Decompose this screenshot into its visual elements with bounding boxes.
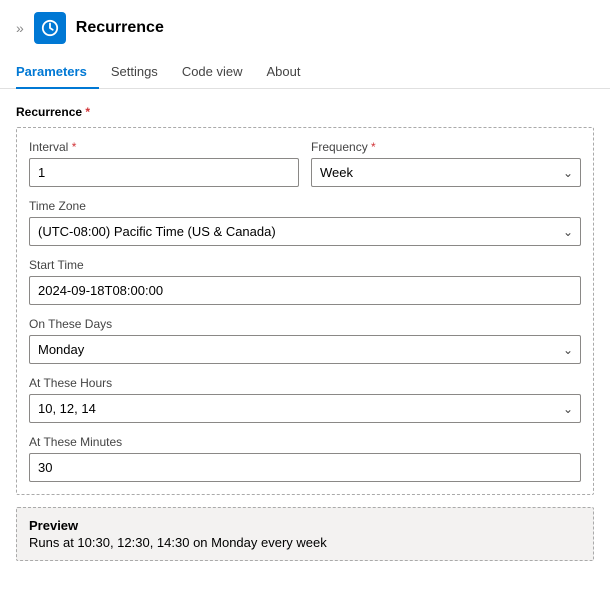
frequency-col: Frequency * Week Second Minute Hour Day … xyxy=(311,140,581,187)
on-these-days-label: On These Days xyxy=(29,317,581,331)
on-these-days-group: On These Days Monday Tuesday Wednesday T… xyxy=(29,317,581,364)
timezone-label: Time Zone xyxy=(29,199,581,213)
at-these-hours-group: At These Hours 10, 12, 14 ⌄ xyxy=(29,376,581,423)
main-content: Recurrence Interval * Frequency * Week S… xyxy=(0,89,610,577)
frequency-select[interactable]: Week Second Minute Hour Day Month xyxy=(311,158,581,187)
interval-label: Interval * xyxy=(29,140,299,154)
start-time-input[interactable] xyxy=(29,276,581,305)
at-these-hours-select-wrapper: 10, 12, 14 ⌄ xyxy=(29,394,581,423)
at-these-minutes-label: At These Minutes xyxy=(29,435,581,449)
expand-icon[interactable]: » xyxy=(16,20,24,36)
interval-input[interactable] xyxy=(29,158,299,187)
on-these-days-select-wrapper: Monday Tuesday Wednesday Thursday Friday… xyxy=(29,335,581,364)
tab-parameters[interactable]: Parameters xyxy=(16,56,99,89)
on-these-days-select[interactable]: Monday Tuesday Wednesday Thursday Friday… xyxy=(29,335,581,364)
app-icon xyxy=(34,12,66,44)
timezone-select[interactable]: (UTC-08:00) Pacific Time (US & Canada) xyxy=(29,217,581,246)
preview-box: Preview Runs at 10:30, 12:30, 14:30 on M… xyxy=(16,507,594,561)
interval-frequency-row: Interval * Frequency * Week Second Minut… xyxy=(29,140,581,187)
frequency-select-wrapper: Week Second Minute Hour Day Month ⌄ xyxy=(311,158,581,187)
recurrence-section-label: Recurrence xyxy=(16,105,594,119)
tab-settings[interactable]: Settings xyxy=(99,56,170,89)
at-these-minutes-group: At These Minutes xyxy=(29,435,581,482)
timezone-group: Time Zone (UTC-08:00) Pacific Time (US &… xyxy=(29,199,581,246)
at-these-hours-label: At These Hours xyxy=(29,376,581,390)
preview-title: Preview xyxy=(29,518,581,533)
app-title: Recurrence xyxy=(76,19,164,37)
timezone-select-wrapper: (UTC-08:00) Pacific Time (US & Canada) ⌄ xyxy=(29,217,581,246)
tab-bar: Parameters Settings Code view About xyxy=(0,56,610,89)
tab-about[interactable]: About xyxy=(255,56,313,89)
tab-codeview[interactable]: Code view xyxy=(170,56,255,89)
start-time-label: Start Time xyxy=(29,258,581,272)
frequency-label: Frequency * xyxy=(311,140,581,154)
preview-text: Runs at 10:30, 12:30, 14:30 on Monday ev… xyxy=(29,535,581,550)
interval-col: Interval * xyxy=(29,140,299,187)
at-these-minutes-input[interactable] xyxy=(29,453,581,482)
start-time-group: Start Time xyxy=(29,258,581,305)
app-header: » Recurrence xyxy=(0,0,610,56)
recurrence-container: Interval * Frequency * Week Second Minut… xyxy=(16,127,594,495)
at-these-hours-select[interactable]: 10, 12, 14 xyxy=(29,394,581,423)
